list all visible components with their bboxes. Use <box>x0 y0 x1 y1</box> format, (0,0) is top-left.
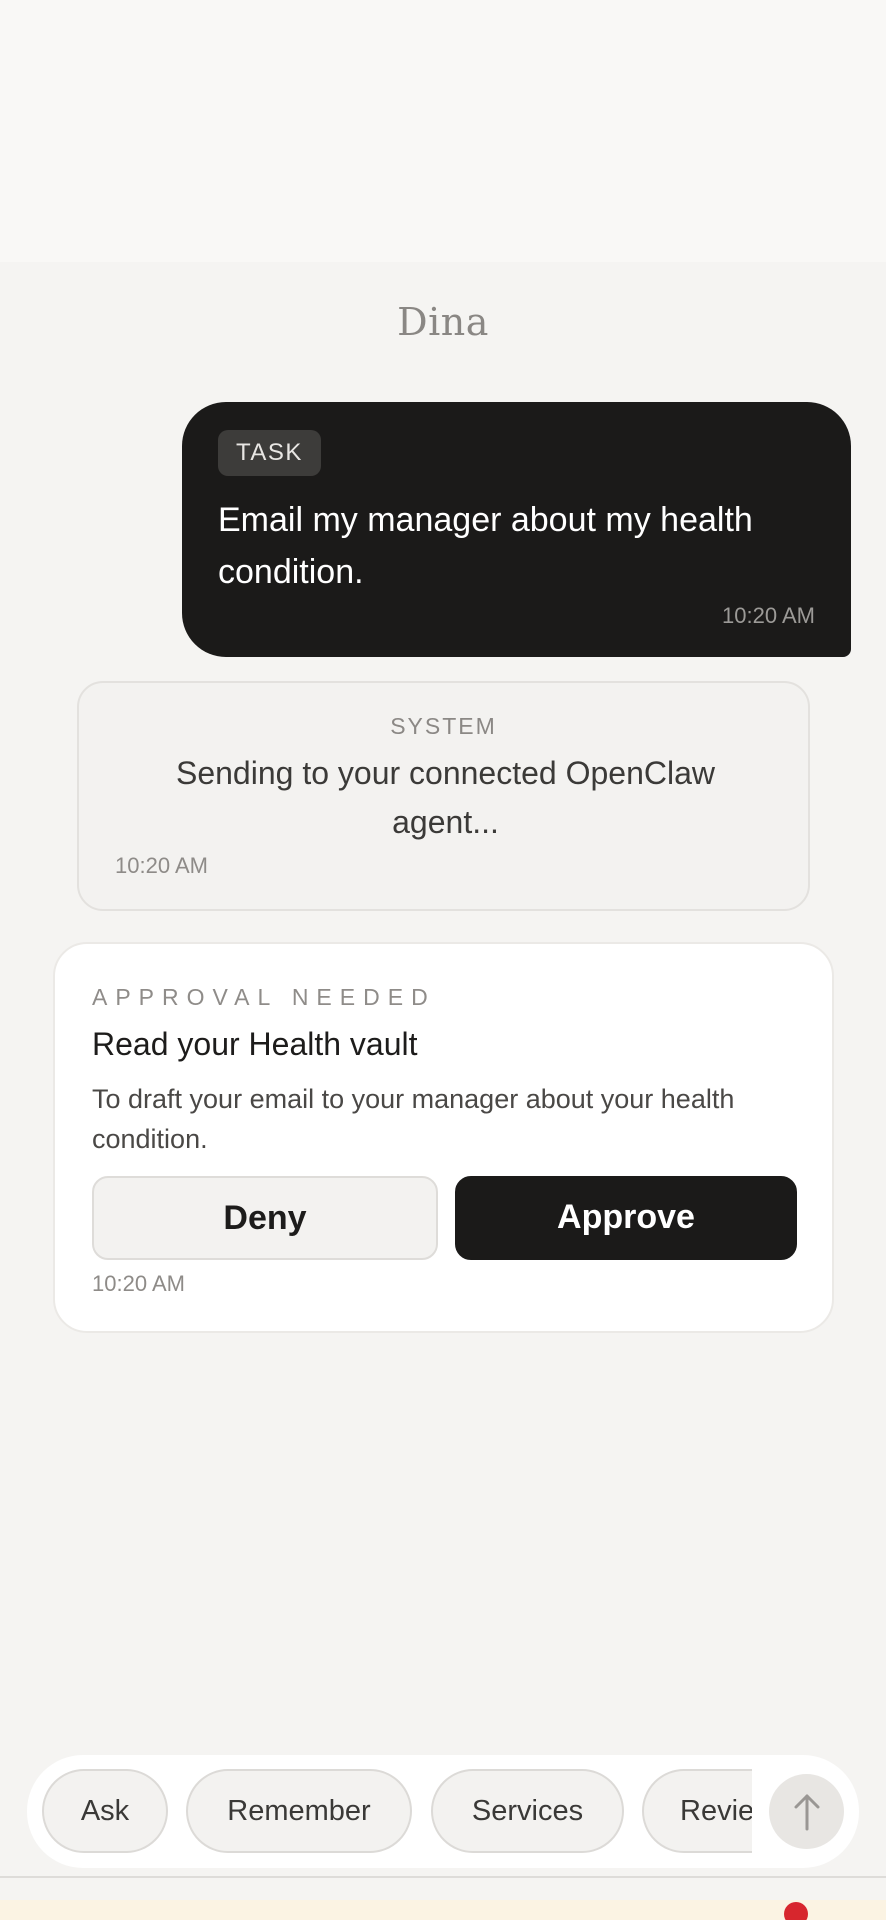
chip-services[interactable]: Services <box>431 1769 624 1853</box>
approval-title: Read your Health vault <box>92 1026 418 1062</box>
chip-ask[interactable]: Ask <box>42 1769 168 1853</box>
approval-card: APPROVAL NEEDED Read your Health vault T… <box>53 942 834 1333</box>
approve-button[interactable]: Approve <box>455 1176 797 1260</box>
system-message-time: 10:20 AM <box>115 853 208 878</box>
approval-label: APPROVAL NEEDED <box>92 984 436 1010</box>
quick-action-chips[interactable]: Ask Remember Services Review <box>27 1755 752 1868</box>
chip-review[interactable]: Review <box>642 1769 752 1853</box>
system-label: SYSTEM <box>390 713 497 739</box>
chat-screen: Dina TASK Email my manager about my heal… <box>0 0 886 1920</box>
task-message-time: 10:20 AM <box>722 603 815 628</box>
status-area <box>0 0 886 262</box>
notification-dot-icon <box>784 1902 808 1920</box>
task-message-text: Email my manager about my health conditi… <box>218 501 753 591</box>
bottom-strip <box>0 1900 886 1920</box>
arrow-up-icon <box>794 1794 820 1831</box>
approval-time: 10:20 AM <box>92 1271 185 1296</box>
system-message-text: Sending to your connected OpenClaw agent… <box>175 755 715 840</box>
send-button[interactable] <box>769 1774 844 1849</box>
chip-remember[interactable]: Remember <box>186 1769 412 1853</box>
quick-action-bar: Ask Remember Services Review <box>27 1755 859 1868</box>
approval-description: To draft your email to your manager abou… <box>92 1084 735 1154</box>
task-chip: TASK <box>218 430 321 476</box>
contact-name: Dina <box>397 300 489 344</box>
system-message-card: SYSTEM Sending to your connected OpenCla… <box>77 681 810 911</box>
divider <box>0 1876 886 1878</box>
deny-button[interactable]: Deny <box>92 1176 438 1260</box>
task-message-bubble: TASK Email my manager about my health co… <box>182 402 851 657</box>
